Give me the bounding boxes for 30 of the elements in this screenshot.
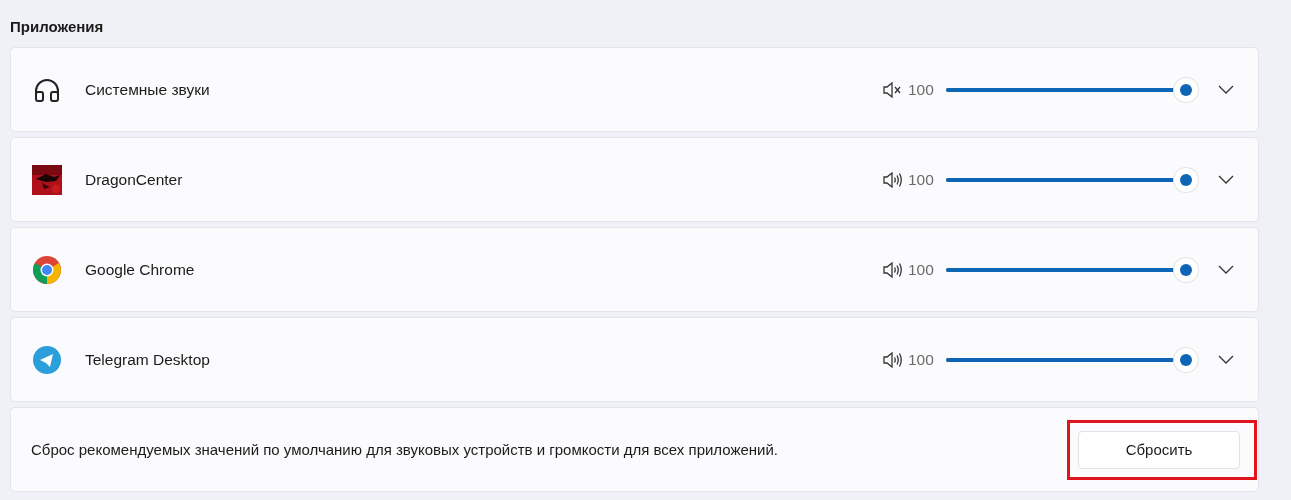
- speaker-icon[interactable]: [882, 171, 902, 188]
- slider-thumb[interactable]: [1174, 257, 1198, 282]
- volume-slider[interactable]: [946, 167, 1198, 192]
- volume-slider[interactable]: [946, 347, 1198, 372]
- reset-button[interactable]: Сбросить: [1078, 430, 1240, 469]
- headphones-icon: [33, 76, 61, 103]
- app-name: DragonCenter: [85, 170, 184, 189]
- slider-thumb[interactable]: [1174, 167, 1198, 192]
- app-name: Системные звуки: [85, 80, 211, 99]
- speaker-icon[interactable]: [882, 261, 902, 278]
- chevron-icon[interactable]: [1218, 354, 1234, 365]
- chevron-icon[interactable]: [1218, 84, 1234, 95]
- chevron-icon[interactable]: [1218, 174, 1234, 185]
- chrome-icon: [33, 255, 61, 284]
- volume-value: 100: [908, 350, 935, 369]
- volume-slider[interactable]: [946, 77, 1198, 102]
- telegram-icon: [33, 345, 61, 374]
- app-name: Telegram Desktop: [85, 350, 211, 369]
- volume-value: 100: [908, 170, 935, 189]
- app-name: Google Chrome: [85, 260, 196, 279]
- volume-value: 100: [908, 260, 935, 279]
- volume-slider[interactable]: [946, 257, 1198, 282]
- chevron-icon[interactable]: [1218, 264, 1234, 275]
- reset-description: Сброс рекомендуемых значений по умолчанию для звуковых устройств и громкости для всех приложений.: [31, 441, 780, 458]
- speaker-icon[interactable]: [882, 351, 902, 368]
- volume-value: 100: [908, 80, 935, 99]
- section-title: Приложения: [10, 18, 105, 35]
- slider-thumb[interactable]: [1174, 347, 1198, 372]
- muted-speaker-icon[interactable]: [882, 81, 902, 98]
- slider-thumb[interactable]: [1174, 77, 1198, 102]
